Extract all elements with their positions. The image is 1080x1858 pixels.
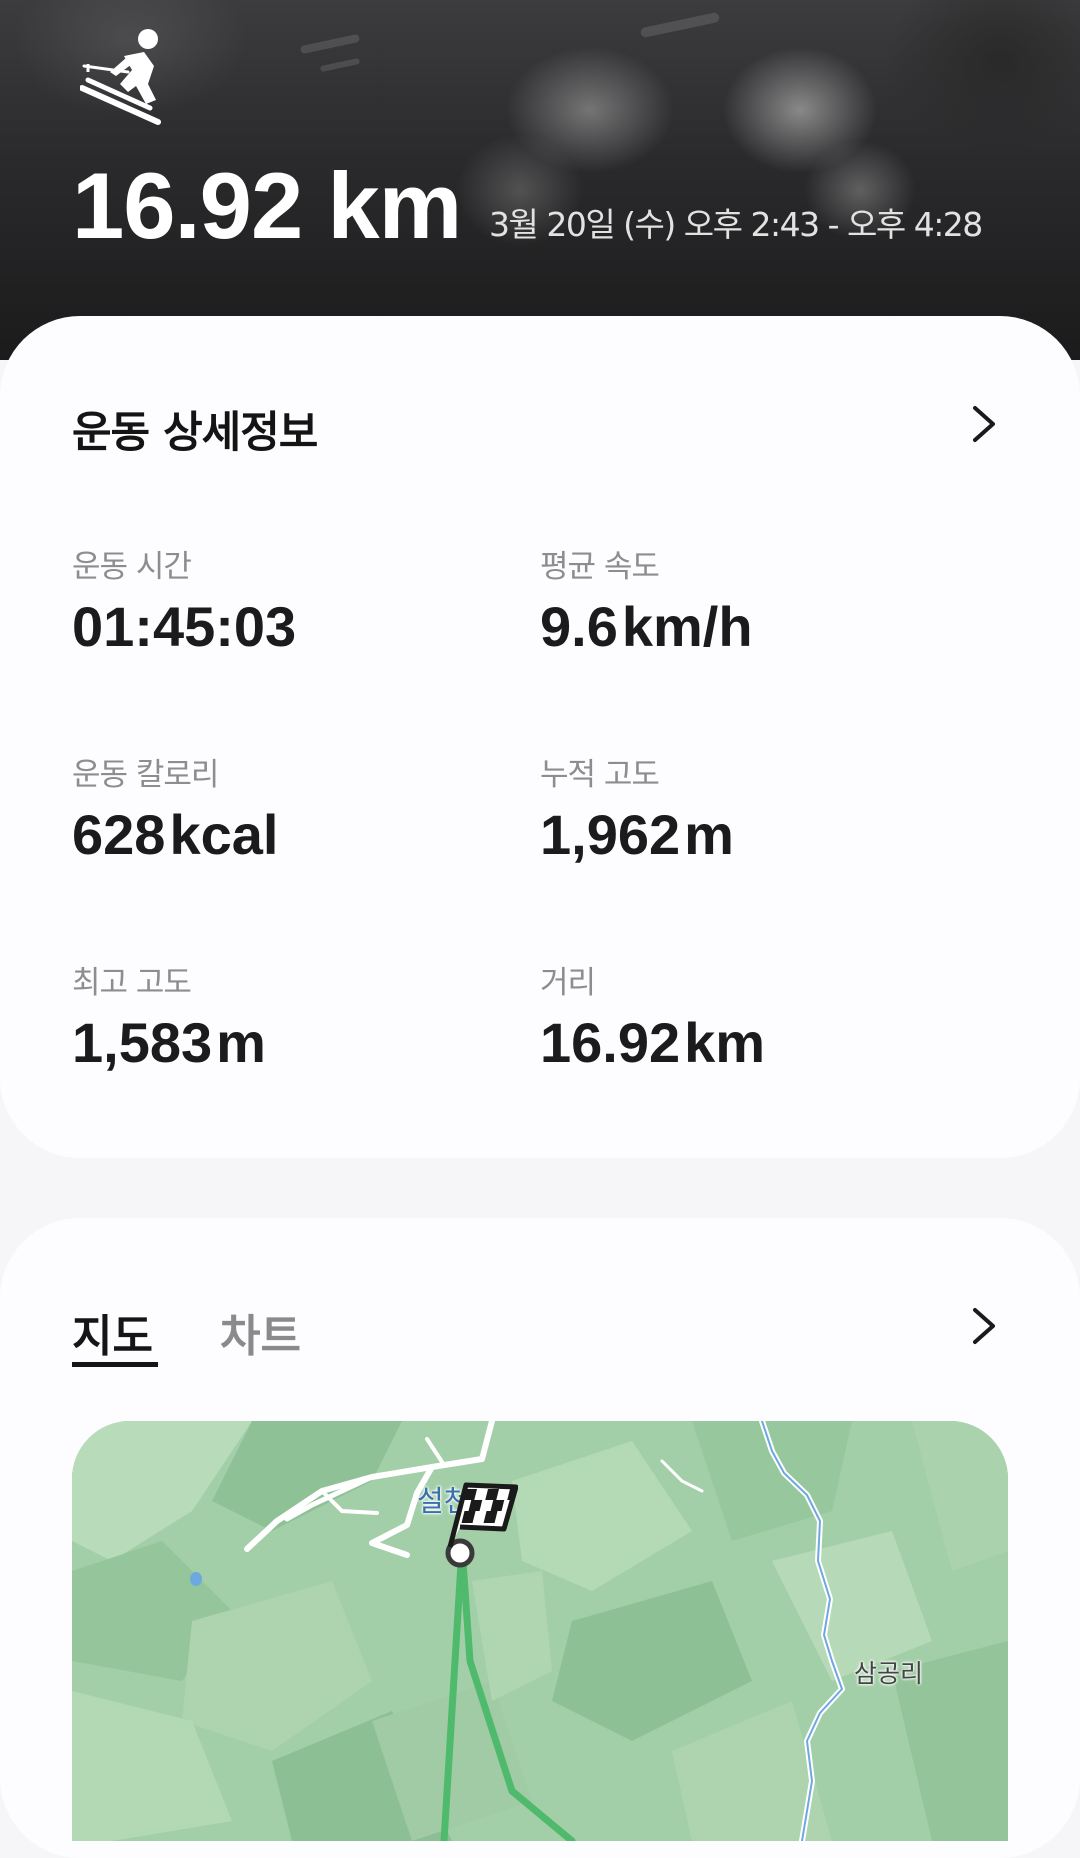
total-distance: 16.92 km [72, 153, 462, 258]
activity-header: 16.92 km 3월 20일 (수) 오후 2:43 - 오후 4:28 [0, 0, 1080, 360]
stat-unit: km [684, 1011, 766, 1074]
skiing-icon [79, 26, 170, 126]
tab-map[interactable]: 지도 [72, 1300, 153, 1364]
chevron-right-icon[interactable] [963, 404, 1003, 444]
stat-label-avg-speed: 평균 속도 [540, 549, 660, 585]
stat-label-elevation-gain: 누적 고도 [540, 757, 660, 793]
stat-label-max-altitude: 최고 고도 [72, 965, 192, 1001]
stat-unit: m [216, 1011, 266, 1074]
tab-selected-indicator [72, 1362, 158, 1367]
route-map[interactable]: 설천 삼공리 [72, 1421, 1008, 1841]
stat-value-elevation-gain: 1,962m [540, 803, 734, 866]
stat-label-distance: 거리 [540, 965, 596, 1001]
details-title: 운동 상세정보 [72, 408, 318, 458]
background-streak [639, 11, 721, 39]
checkered-flag-icon [446, 1481, 518, 1551]
stat-value-max-altitude: 1,583m [72, 1011, 266, 1074]
stat-label-workout-time: 운동 시간 [72, 549, 192, 585]
chevron-right-icon[interactable] [963, 1306, 1003, 1346]
stat-label-calories: 운동 칼로리 [72, 757, 219, 793]
background-streak [319, 57, 361, 73]
map-terrain [72, 1421, 1008, 1841]
background-streak [299, 33, 361, 55]
stat-value-avg-speed: 9.6km/h [540, 595, 753, 658]
stat-value-workout-time: 01:45:03 [72, 595, 297, 658]
stat-value-calories: 628kcal [72, 803, 279, 866]
stat-value-distance: 16.92km [540, 1011, 766, 1074]
stat-unit: m [684, 803, 734, 866]
workout-datetime: 3월 20일 (수) 오후 2:43 - 오후 4:28 [489, 205, 983, 244]
tab-chart[interactable]: 차트 [220, 1300, 301, 1364]
map-village-label: 삼공리 [854, 1659, 924, 1688]
stat-unit: kcal [169, 803, 279, 866]
stat-unit: km/h [621, 595, 753, 658]
